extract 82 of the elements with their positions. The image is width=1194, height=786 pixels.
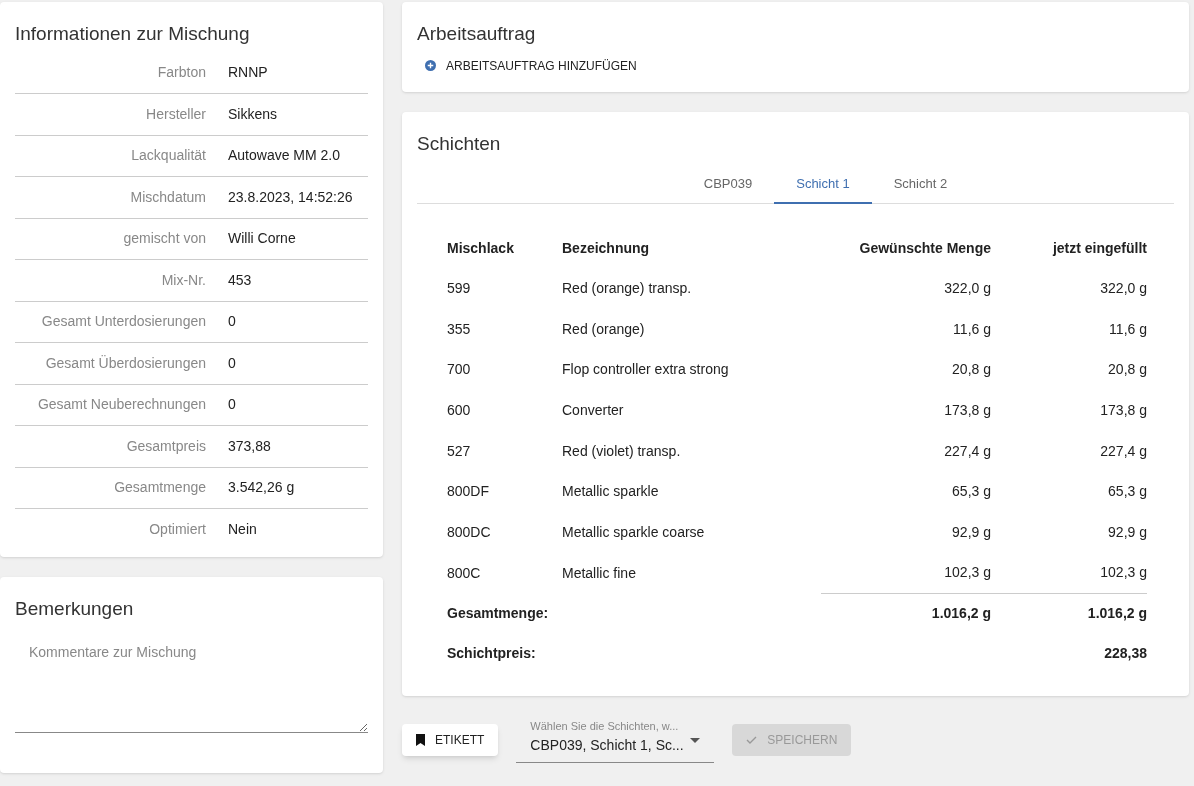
price-value: 228,38 [1103,644,1147,663]
table-cell-text: 800DF [447,482,491,502]
table-cell: 11,6 g [991,308,1147,350]
field-label: gemischt von [122,229,206,249]
table-cell-text: Red (orange) [562,319,646,339]
field-label: Gesamt Unterdosierungen [40,312,206,332]
field-value: Autowave MM 2.0 [228,146,341,166]
add-work-order-link[interactable]: ARBEITSAUFTRAG HINZUFÜGEN [425,56,637,75]
plus-circle-icon [425,60,436,71]
table-cell-text: 527 [447,441,472,461]
table-cell-text: 227,4 g [943,441,991,461]
column-header: Gewünschte Menge [858,238,991,258]
tab[interactable]: CBP039 [681,164,775,203]
card-title: Bemerkungen [15,597,135,621]
table-cell: 322,0 g [991,268,1147,309]
field-label: Gesamt Neuberechnungen [36,395,206,415]
field-value: 0 [228,312,236,332]
field-value: 0 [228,353,236,373]
column-header: Bezeichnung [562,238,651,258]
table-cell: 92,9 g [991,512,1147,553]
card-title: Arbeitsauftrag [417,22,537,46]
label-button[interactable]: ETIKETT [402,724,499,757]
layer-select[interactable]: Wählen Sie die Schichten, w... CBP039, Schicht 1, Sc... [516,718,715,763]
total-value: 1.016,2 g [1087,605,1147,622]
table-cell-text: Red (orange) transp. [562,278,693,298]
table-cell: 173,8 g [991,390,1147,431]
table-cell-text: 355 [447,319,472,339]
table-cell-text: 65,3 g [951,482,991,502]
table-cell: 102,3 g [821,552,991,594]
table-cell-text: 322,0 g [943,278,991,298]
field-label: Hersteller [145,104,206,124]
column-header: jetzt eingefüllt [991,228,1147,268]
field-label: Lackqualität [130,146,206,166]
table-cell: 102,3 g [991,552,1147,594]
table-cell-text: 11,6 g [952,319,991,339]
field-value: Nein [228,520,257,540]
table-cell-text: 20,8 g [951,360,991,380]
table-cell-text: Metallic sparkle [562,482,660,502]
total-label: Gesamtmenge: [447,604,550,623]
field-label: Farbton [156,63,206,83]
field-label: Mix-Nr. [160,270,206,290]
field-value: RNNP [228,63,268,83]
field-label: Optimiert [148,520,206,540]
bookmark-icon [416,734,425,747]
field-value: 3.542,26 g [228,478,295,498]
tab[interactable]: Schicht 2 [871,164,970,203]
table-cell-text: Flop controller extra strong [562,360,730,380]
table-cell-text: 800DC [447,522,492,542]
field-label: Gesamt Überdosierungen [44,353,206,373]
column-header: Mischlack [447,228,562,268]
field-value: 373,88 [228,436,271,456]
comment-field[interactable]: Kommentare zur Mischung [15,637,368,733]
table-cell-text: Red (violet) transp. [562,441,682,461]
table-cell-text: 173,8 g [943,400,991,420]
field-label: Gesamtpreis [125,436,206,456]
table-cell-text: Metallic sparkle coarse [562,522,706,542]
field-value: Sikkens [228,104,278,124]
field-value: 23.8.2023, 14:52:26 [228,187,353,207]
card-title: Schichten [417,132,502,156]
table-cell-text: 700 [447,360,472,380]
table-cell: Metallic fine [562,552,821,594]
field-label: Mischdatum [129,187,206,207]
field-label: Gesamtmenge [113,478,206,498]
table-cell-text: 92,9 g [951,522,991,542]
table-cell-text: 800C [447,563,482,583]
tab[interactable]: Schicht 1 [774,164,872,204]
select-value: CBP039, Schicht 1, Sc... [530,735,684,755]
field-value: 0 [228,395,236,415]
table-cell-text: 599 [447,278,472,298]
table-cell: 65,3 g [991,471,1147,513]
table-cell: 20,8 g [991,349,1147,391]
field-value: 453 [228,270,252,290]
card-title: Informationen zur Mischung [15,22,251,46]
price-label: Schichtpreis: [447,644,537,663]
field-value: Willi Corne [228,229,296,249]
select-label: Wählen Sie die Schichten, w... [529,719,680,734]
check-icon [746,736,758,745]
table-cell-text: Converter [562,400,625,420]
table-cell: 227,4 g [991,430,1147,472]
dropdown-caret-icon [690,737,701,743]
total-value: 1.016,2 g [931,605,991,622]
table-cell: 600 [447,390,562,431]
